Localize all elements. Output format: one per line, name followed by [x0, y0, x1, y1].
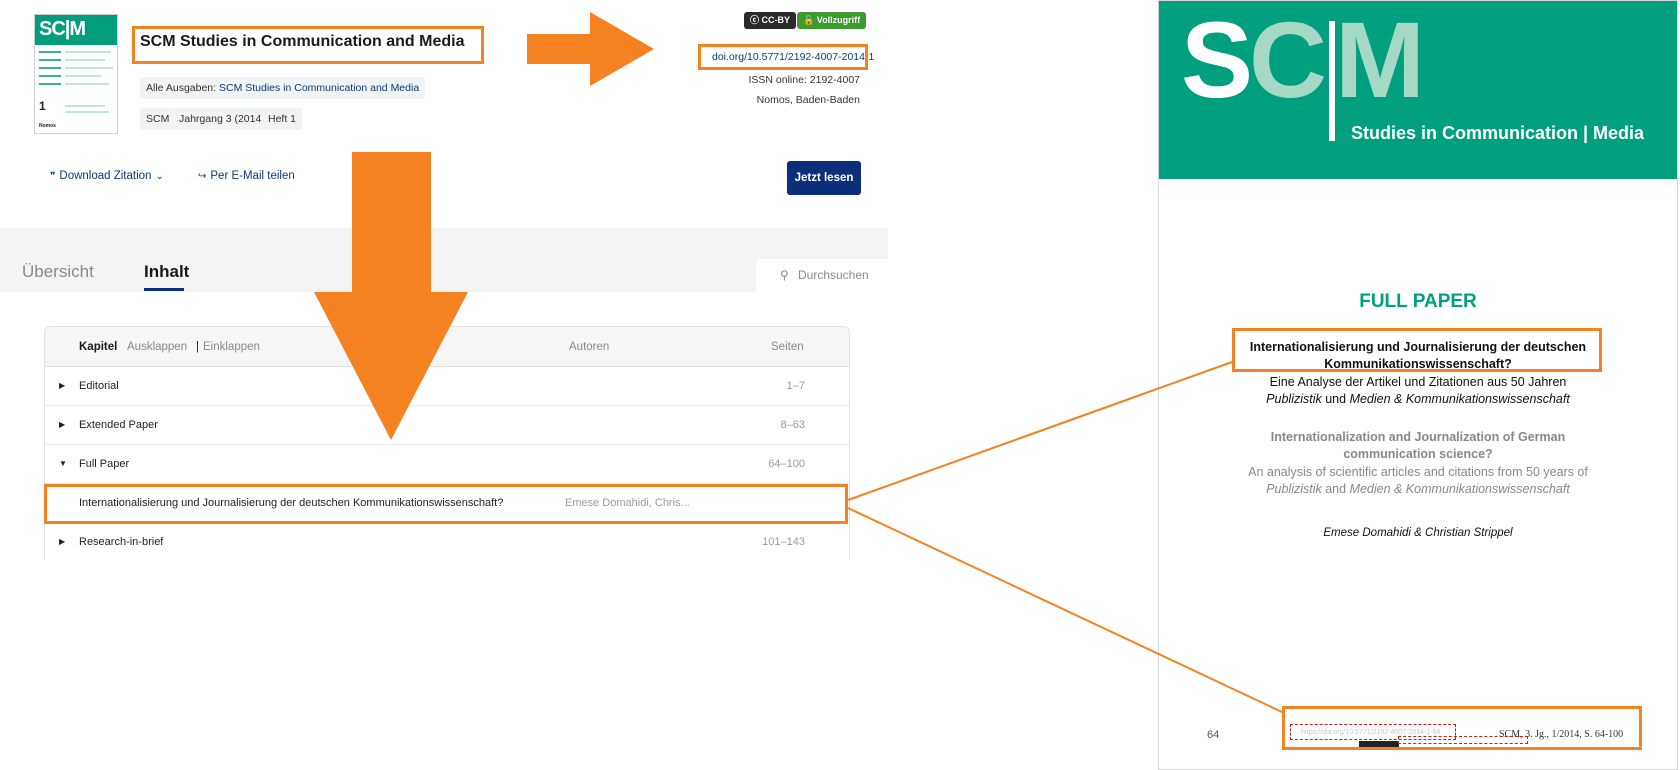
pdf-journal-subtitle: Studies in Communication | Media — [1351, 123, 1645, 143]
header-chapter: Kapitel — [79, 341, 118, 353]
header-authors: Autoren — [569, 341, 610, 353]
toc-row-extended-paper[interactable]: ▶ Extended Paper 8–63 — [45, 406, 849, 445]
cc-license-icon — [1359, 741, 1399, 747]
toc-row-full-paper[interactable]: ▼ Full Paper 64–100 — [45, 445, 849, 484]
header-separator: | — [196, 341, 199, 353]
toc-header: Kapitel Ausklappen | Einklappen Autoren … — [45, 327, 849, 367]
search-input[interactable]: ⚲ Durchsuchen — [756, 259, 890, 292]
pdf-subtitle-english: An analysis of scientific articles and c… — [1248, 465, 1588, 496]
caret-right-icon: ▶ — [59, 420, 66, 429]
pdf-first-page: SC M Studies in Communication | Media FUL… — [1158, 0, 1678, 770]
collapse-all-button[interactable]: Einklappen — [203, 341, 260, 353]
cc-icon: ⓒ — [750, 15, 760, 25]
pdf-logo-divider — [1329, 21, 1335, 141]
pdf-doi-footer: https://doi.org/10.5771/2192-4007-2014-1… — [1301, 729, 1441, 736]
caret-right-icon: ▶ — [59, 537, 66, 546]
toc-row-article[interactable]: Internationalisierung und Journalisierun… — [45, 484, 849, 523]
search-icon: ⚲ — [780, 268, 789, 282]
journal-cover-thumbnail[interactable]: SC|M 1 Nomos — [34, 14, 118, 134]
cover-issue-number: 1 — [39, 99, 46, 113]
license-badge: ⓒ CC-BY — [744, 12, 797, 29]
share-icon: ↪ — [198, 170, 207, 182]
access-badge: 🔓 Vollzugriff — [797, 12, 867, 29]
caret-right-icon: ▶ — [59, 381, 66, 390]
journal-title: SCM Studies in Communication and Media — [140, 33, 465, 50]
pdf-journal-logo: SC M — [1181, 0, 1425, 120]
quote-icon: ❞ — [50, 170, 56, 182]
active-tab-indicator — [144, 288, 184, 291]
caret-down-icon: ▼ — [59, 459, 67, 468]
toc-row-editorial[interactable]: ▶ Editorial 1–7 — [45, 367, 849, 406]
pdf-title-english: Internationalization and Journalization … — [1270, 430, 1566, 461]
all-issues-link[interactable]: SCM Studies in Communication and Media — [219, 82, 419, 94]
all-issues-breadcrumb: Alle Ausgaben: SCM Studies in Communicat… — [140, 77, 426, 99]
chevron-down-icon: ⌄ — [155, 170, 164, 182]
issn-text: ISSN online: 2192-4007 — [748, 74, 861, 86]
expand-all-button[interactable]: Ausklappen — [127, 341, 187, 353]
article-title-link[interactable]: Internationalisierung und Journalisierun… — [79, 497, 503, 509]
chip-issue[interactable]: Heft 1 — [262, 108, 303, 130]
cover-publisher: Nomos — [39, 123, 56, 129]
chip-journal[interactable]: SCM — [140, 108, 176, 130]
pdf-title-german: Internationalisierung und Journalisierun… — [1249, 340, 1587, 371]
share-email-button[interactable]: ↪ Per E-Mail teilen — [198, 170, 295, 182]
read-now-button[interactable]: Jetzt lesen — [787, 161, 861, 195]
arrow-right — [527, 12, 654, 86]
pdf-page-number: 64 — [1207, 729, 1220, 741]
download-citation-button[interactable]: ❞ Download Zitation ⌄ — [50, 170, 164, 182]
pdf-authors: Emese Domahidi & Christian Strippel — [1323, 527, 1513, 539]
all-issues-prefix: Alle Ausgaben: — [146, 82, 217, 94]
pdf-subtitle-german: Eine Analyse der Artikel und Zitationen … — [1266, 375, 1570, 406]
chip-volume[interactable]: Jahrgang 3 (2014) — [173, 108, 271, 130]
publisher-text: Nomos, Baden-Baden — [756, 94, 860, 106]
tab-content[interactable]: Inhalt — [144, 262, 189, 282]
unlock-icon: 🔓 — [803, 15, 815, 25]
toc-row-research-in-brief[interactable]: ▶ Research-in-brief 101–143 — [45, 523, 849, 560]
cover-logo: SC|M — [39, 18, 86, 40]
tab-bar — [0, 228, 888, 292]
article-authors: Emese Domahidi, Chris... — [565, 497, 690, 509]
header-pages: Seiten — [771, 341, 804, 353]
table-of-contents: Kapitel Ausklappen | Einklappen Autoren … — [44, 326, 850, 560]
pdf-citation: SCM, 3. Jg., 1/2014, S. 64-100 — [1499, 729, 1624, 740]
doi-link[interactable]: doi.org/10.5771/2192-4007-2014-1 — [712, 51, 874, 63]
tab-overview[interactable]: Übersicht — [22, 262, 94, 282]
pdf-section-kicker: FULL PAPER — [1359, 291, 1477, 312]
